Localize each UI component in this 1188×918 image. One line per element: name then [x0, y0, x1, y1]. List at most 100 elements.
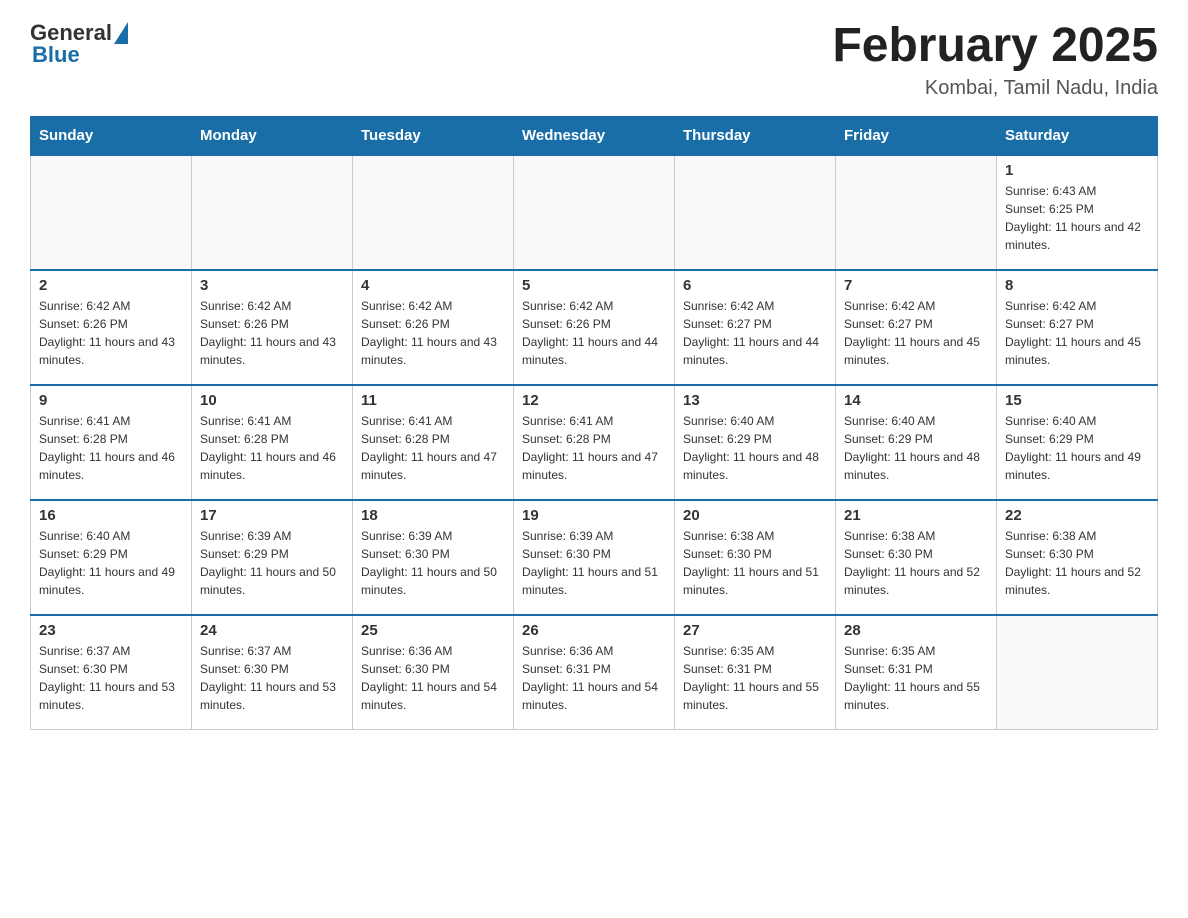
calendar-table: Sunday Monday Tuesday Wednesday Thursday…	[30, 116, 1158, 731]
page-header: General Blue February 2025 Kombai, Tamil…	[30, 20, 1158, 100]
day-info-text: Daylight: 11 hours and 48 minutes.	[844, 448, 988, 484]
day-info-text: Daylight: 11 hours and 49 minutes.	[1005, 448, 1149, 484]
day-number: 19	[522, 507, 666, 524]
table-row: 21Sunrise: 6:38 AMSunset: 6:30 PMDayligh…	[836, 500, 997, 615]
day-info-text: Daylight: 11 hours and 43 minutes.	[39, 333, 183, 369]
day-info-text: Daylight: 11 hours and 50 minutes.	[361, 563, 505, 599]
table-row: 16Sunrise: 6:40 AMSunset: 6:29 PMDayligh…	[31, 500, 192, 615]
day-info-text: Daylight: 11 hours and 54 minutes.	[361, 678, 505, 714]
day-info-text: Daylight: 11 hours and 53 minutes.	[39, 678, 183, 714]
day-info-text: Sunset: 6:30 PM	[39, 660, 183, 678]
day-info-text: Daylight: 11 hours and 42 minutes.	[1005, 218, 1149, 254]
table-row: 5Sunrise: 6:42 AMSunset: 6:26 PMDaylight…	[514, 270, 675, 385]
day-number: 23	[39, 622, 183, 639]
day-info-text: Sunrise: 6:42 AM	[200, 297, 344, 315]
day-info-text: Daylight: 11 hours and 47 minutes.	[522, 448, 666, 484]
day-info-text: Sunset: 6:28 PM	[39, 430, 183, 448]
month-title: February 2025	[832, 20, 1158, 73]
day-info-text: Sunset: 6:26 PM	[39, 315, 183, 333]
day-info-text: Sunrise: 6:39 AM	[200, 527, 344, 545]
table-row: 7Sunrise: 6:42 AMSunset: 6:27 PMDaylight…	[836, 270, 997, 385]
day-info-text: Daylight: 11 hours and 55 minutes.	[844, 678, 988, 714]
day-info-text: Daylight: 11 hours and 53 minutes.	[200, 678, 344, 714]
table-row: 25Sunrise: 6:36 AMSunset: 6:30 PMDayligh…	[353, 615, 514, 730]
day-info-text: Sunset: 6:31 PM	[683, 660, 827, 678]
day-number: 16	[39, 507, 183, 524]
day-number: 12	[522, 392, 666, 409]
day-info-text: Sunrise: 6:42 AM	[844, 297, 988, 315]
location-text: Kombai, Tamil Nadu, India	[832, 77, 1158, 100]
day-info-text: Sunset: 6:28 PM	[200, 430, 344, 448]
table-row: 15Sunrise: 6:40 AMSunset: 6:29 PMDayligh…	[997, 385, 1158, 500]
table-row	[192, 155, 353, 270]
calendar-week-row: 2Sunrise: 6:42 AMSunset: 6:26 PMDaylight…	[31, 270, 1158, 385]
day-info-text: Sunset: 6:26 PM	[200, 315, 344, 333]
day-number: 15	[1005, 392, 1149, 409]
table-row: 27Sunrise: 6:35 AMSunset: 6:31 PMDayligh…	[675, 615, 836, 730]
day-info-text: Sunrise: 6:42 AM	[361, 297, 505, 315]
day-number: 17	[200, 507, 344, 524]
day-info-text: Sunrise: 6:40 AM	[1005, 412, 1149, 430]
day-info-text: Sunrise: 6:40 AM	[844, 412, 988, 430]
table-row: 19 Sunrise: 6:39 AMSunset: 6:30 PMDayligh…	[514, 500, 675, 615]
table-row: 18Sunrise: 6:39 AMSunset: 6:30 PMDayligh…	[353, 500, 514, 615]
day-info-text: Daylight: 11 hours and 43 minutes.	[361, 333, 505, 369]
header-wednesday: Wednesday	[514, 116, 675, 155]
table-row: 12Sunrise: 6:41 AMSunset: 6:28 PMDayligh…	[514, 385, 675, 500]
day-number: 11	[361, 392, 505, 409]
day-info-text: Daylight: 11 hours and 44 minutes.	[683, 333, 827, 369]
day-info-text: Daylight: 11 hours and 45 minutes.	[844, 333, 988, 369]
day-number: 28	[844, 622, 988, 639]
day-info-text: Daylight: 11 hours and 46 minutes.	[200, 448, 344, 484]
day-info-text: Sunrise: 6:36 AM	[361, 642, 505, 660]
day-number: 4	[361, 277, 505, 294]
day-info-text: Daylight: 11 hours and 50 minutes.	[200, 563, 344, 599]
calendar-week-row: 16Sunrise: 6:40 AMSunset: 6:29 PMDayligh…	[31, 500, 1158, 615]
table-row: 9Sunrise: 6:41 AMSunset: 6:28 PMDaylight…	[31, 385, 192, 500]
day-info-text: Sunset: 6:29 PM	[200, 545, 344, 563]
day-number: 21	[844, 507, 988, 524]
table-row: 4 Sunrise: 6:42 AMSunset: 6:26 PMDaylight…	[353, 270, 514, 385]
day-number: 27	[683, 622, 827, 639]
day-info-text: Sunrise: 6:39 AM	[522, 527, 666, 545]
day-info-text: Sunset: 6:30 PM	[361, 545, 505, 563]
table-row: 14 Sunrise: 6:40 AMSunset: 6:29 PMDayligh…	[836, 385, 997, 500]
day-number: 3	[200, 277, 344, 294]
table-row: 20Sunrise: 6:38 AMSunset: 6:30 PMDayligh…	[675, 500, 836, 615]
table-row: 22Sunrise: 6:38 AMSunset: 6:30 PMDayligh…	[997, 500, 1158, 615]
header-tuesday: Tuesday	[353, 116, 514, 155]
day-info-text: Sunset: 6:26 PM	[361, 315, 505, 333]
day-info-text: Sunset: 6:25 PM	[1005, 200, 1149, 218]
day-info-text: Daylight: 11 hours and 45 minutes.	[1005, 333, 1149, 369]
header-saturday: Saturday	[997, 116, 1158, 155]
day-number: 20	[683, 507, 827, 524]
day-info-text: Daylight: 11 hours and 55 minutes.	[683, 678, 827, 714]
calendar-week-row: 23Sunrise: 6:37 AMSunset: 6:30 PMDayligh…	[31, 615, 1158, 730]
day-number: 7	[844, 277, 988, 294]
day-info-text: Sunrise: 6:42 AM	[683, 297, 827, 315]
day-number: 10	[200, 392, 344, 409]
day-number: 22	[1005, 507, 1149, 524]
day-info-text: Sunrise: 6:41 AM	[200, 412, 344, 430]
day-info-text: Daylight: 11 hours and 43 minutes.	[200, 333, 344, 369]
day-info-text: Sunset: 6:30 PM	[522, 545, 666, 563]
day-info-text: Daylight: 11 hours and 49 minutes.	[39, 563, 183, 599]
day-info-text: Daylight: 11 hours and 51 minutes.	[522, 563, 666, 599]
table-row	[31, 155, 192, 270]
day-info-text: Sunset: 6:31 PM	[844, 660, 988, 678]
table-row: 11Sunrise: 6:41 AMSunset: 6:28 PMDayligh…	[353, 385, 514, 500]
day-info-text: Sunset: 6:26 PM	[522, 315, 666, 333]
day-info-text: Sunset: 6:29 PM	[844, 430, 988, 448]
table-row: 13Sunrise: 6:40 AMSunset: 6:29 PMDayligh…	[675, 385, 836, 500]
title-section: February 2025 Kombai, Tamil Nadu, India	[832, 20, 1158, 100]
day-number: 13	[683, 392, 827, 409]
day-info-text: Sunset: 6:29 PM	[39, 545, 183, 563]
day-number: 14	[844, 392, 988, 409]
day-info-text: Sunrise: 6:40 AM	[683, 412, 827, 430]
day-number: 2	[39, 277, 183, 294]
day-number: 6	[683, 277, 827, 294]
day-info-text: Sunrise: 6:36 AM	[522, 642, 666, 660]
header-monday: Monday	[192, 116, 353, 155]
day-info-text: Sunrise: 6:43 AM	[1005, 182, 1149, 200]
table-row: 24Sunrise: 6:37 AMSunset: 6:30 PMDayligh…	[192, 615, 353, 730]
